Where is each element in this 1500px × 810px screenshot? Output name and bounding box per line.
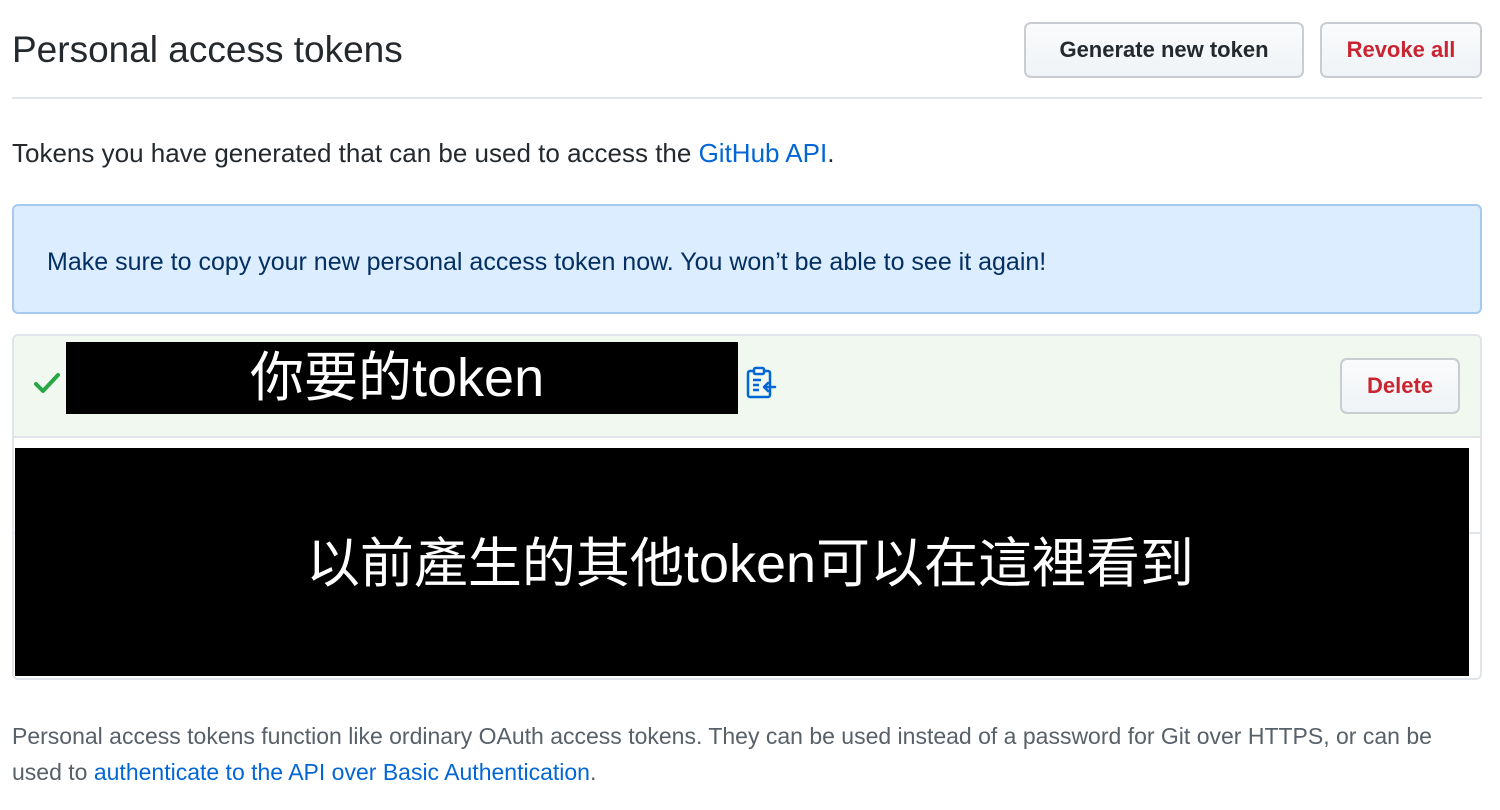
new-token-row: 你要的token Delete bbox=[14, 336, 1480, 438]
token-redaction-label: 你要的token bbox=[250, 348, 545, 408]
page-header: Personal access tokens Generate new toke… bbox=[12, 0, 1482, 99]
generate-new-token-button[interactable]: Generate new token bbox=[1024, 22, 1304, 78]
check-icon bbox=[34, 373, 60, 393]
flash-message: Make sure to copy your new personal acce… bbox=[47, 248, 1047, 276]
page-title: Personal access tokens bbox=[12, 29, 403, 70]
clipboard-icon[interactable] bbox=[744, 366, 778, 400]
footer-suffix: . bbox=[589, 759, 597, 785]
footer-note: Personal access tokens function like ord… bbox=[12, 718, 1482, 790]
delete-token-button[interactable]: Delete bbox=[1340, 358, 1460, 414]
flash-notice: Make sure to copy your new personal acce… bbox=[12, 204, 1482, 314]
token-value-redacted: 你要的token bbox=[66, 342, 738, 414]
intro-text-body: Tokens you have generated that can be us… bbox=[12, 138, 699, 168]
old-tokens-redaction-label: 以前產生的其他token可以在這裡看到 bbox=[305, 534, 1195, 594]
intro-suffix: . bbox=[827, 138, 835, 168]
old-tokens-redacted: 以前產生的其他token可以在這裡看到 bbox=[15, 448, 1469, 676]
token-list: 你要的token Delete 以前產生的其他token可以在這裡看到 bbox=[12, 334, 1482, 680]
github-api-link[interactable]: GitHub API bbox=[699, 138, 828, 168]
intro-text: Tokens you have generated that can be us… bbox=[12, 136, 834, 170]
revoke-all-button[interactable]: Revoke all bbox=[1320, 22, 1482, 78]
basic-auth-link[interactable]: authenticate to the API over Basic Authe… bbox=[94, 759, 590, 785]
